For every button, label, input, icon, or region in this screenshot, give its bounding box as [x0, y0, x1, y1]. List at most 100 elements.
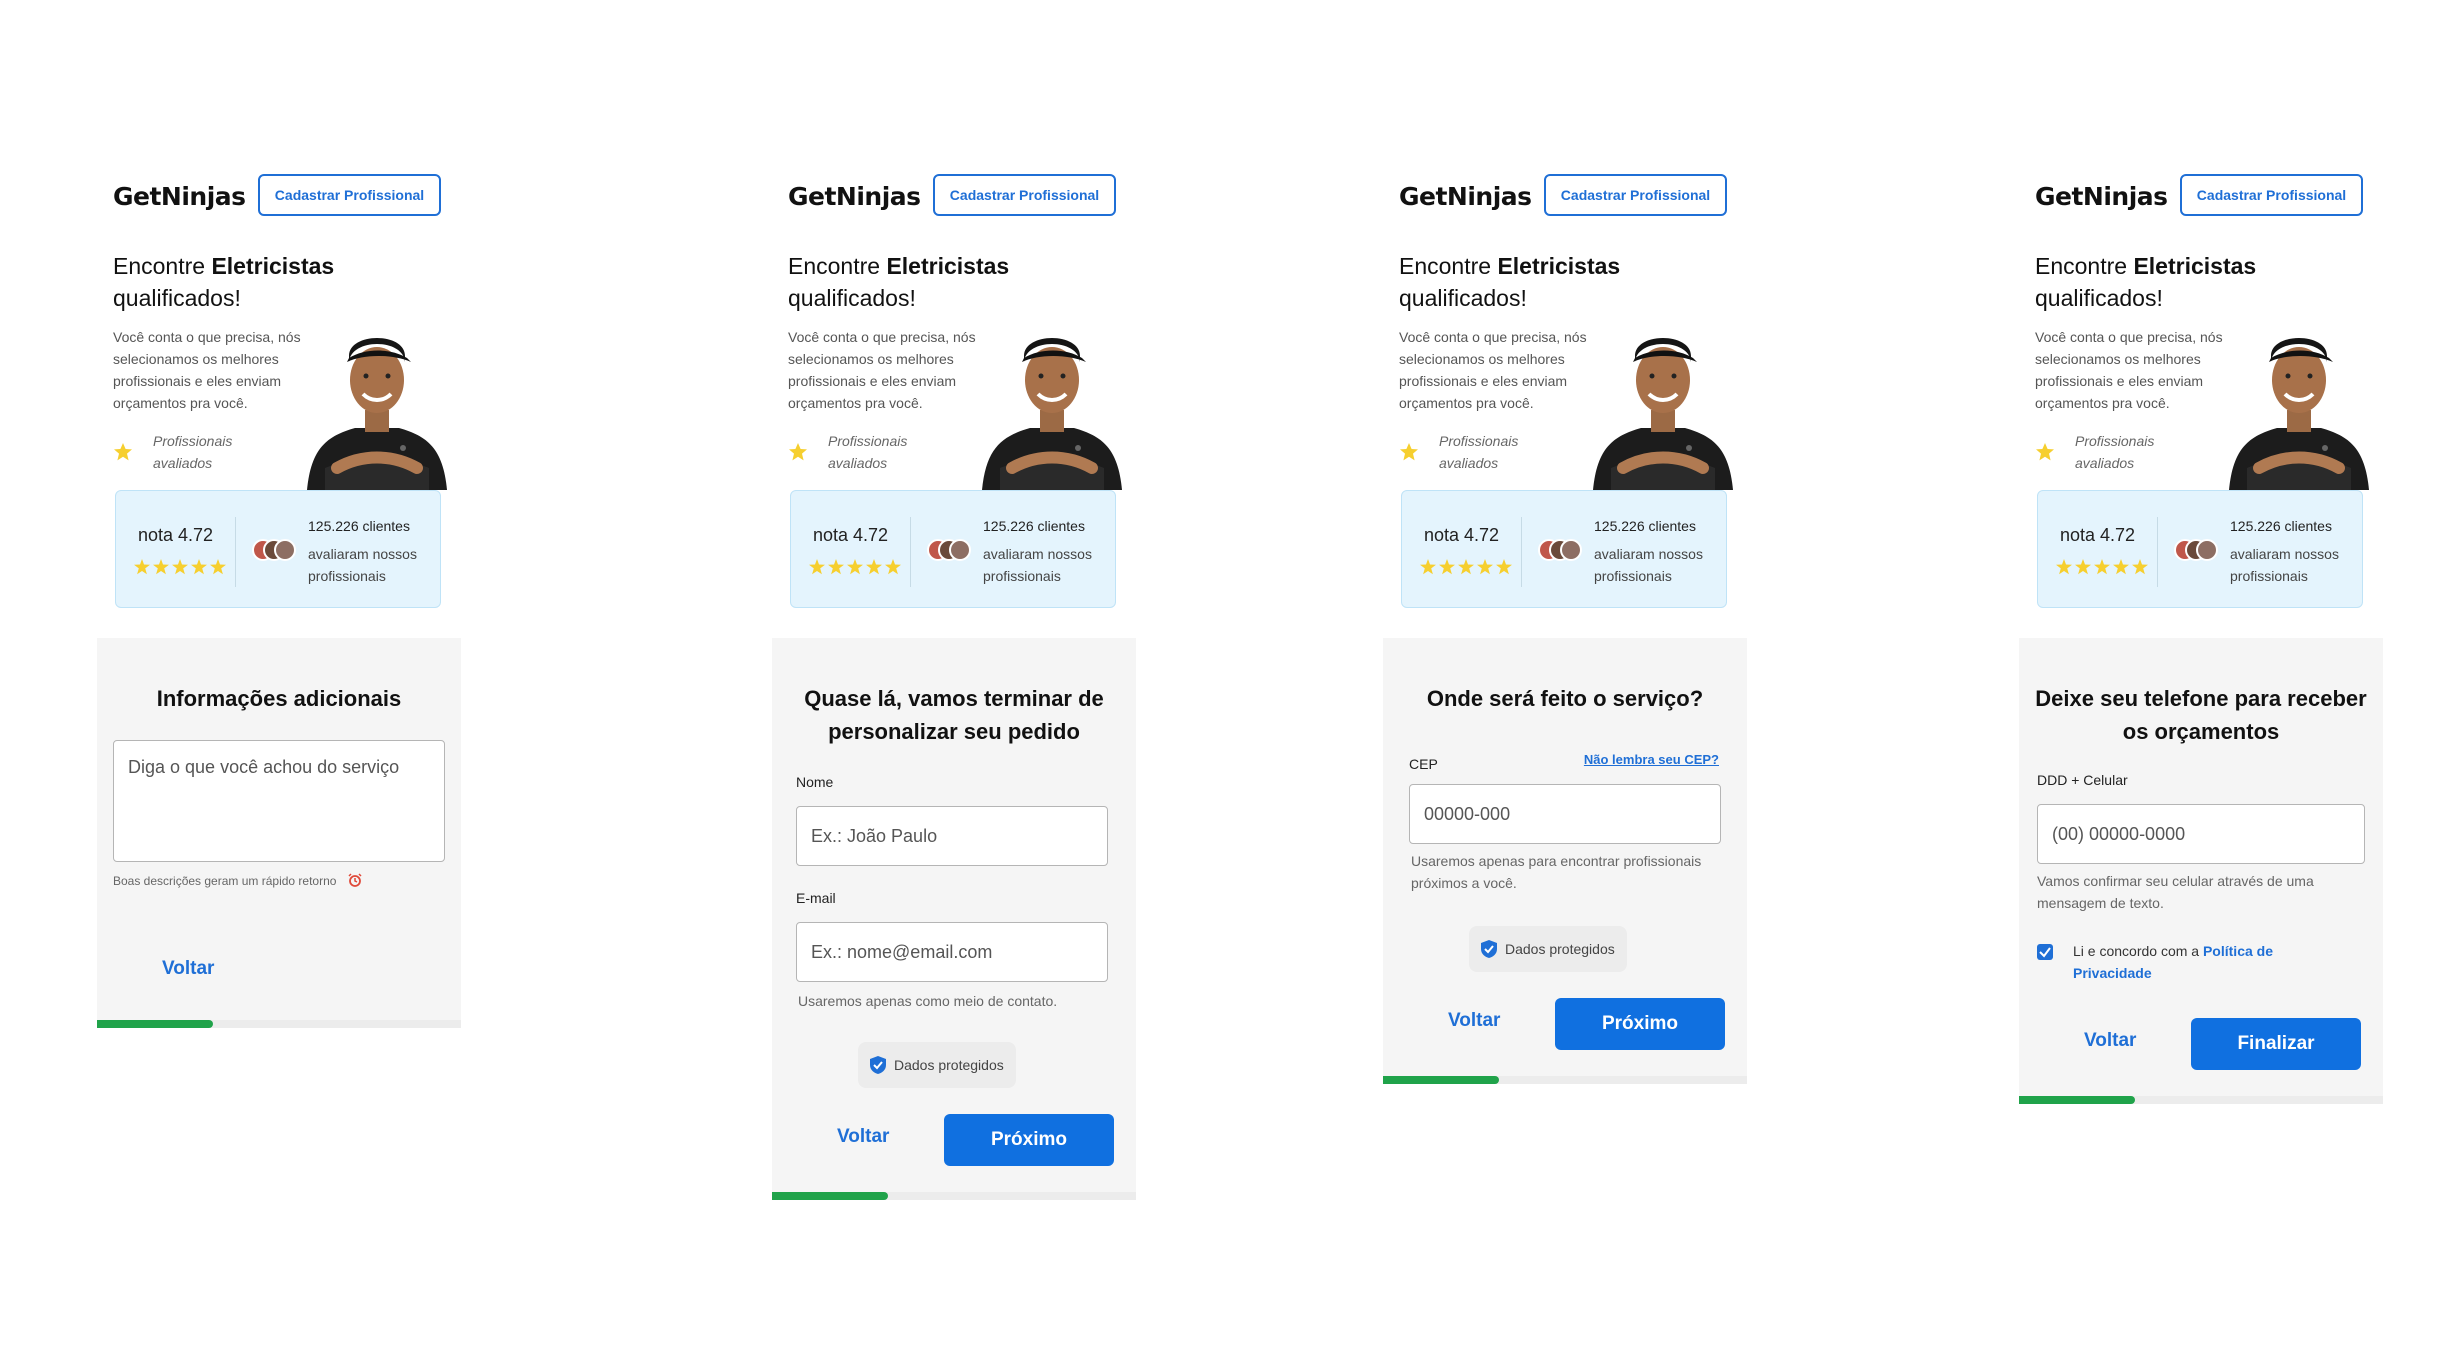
alarm-clock-icon [348, 873, 362, 887]
electrician-photo [982, 338, 1122, 490]
email-placeholder: Ex.: nome@email.com [811, 941, 993, 962]
cadastrar-profissional-button[interactable]: Cadastrar Profissional [258, 174, 441, 216]
hero-title: Encontre Eletricistas qualificados! [1399, 253, 1621, 311]
star-icon [2036, 443, 2054, 461]
form-card: Onde será feito o serviço? CEP Não lembr… [1383, 638, 1747, 1084]
getninjas-logo[interactable]: GetNinjas [788, 182, 921, 211]
electrician-photo [1593, 338, 1733, 490]
rating-score: nota 4.72 [1424, 525, 1500, 545]
getninjas-logo[interactable]: GetNinjas [2035, 182, 2168, 211]
profissionais-avaliados-label: Profissionais avaliados [1439, 433, 1519, 471]
cep-input[interactable]: 00000-000 [1409, 784, 1721, 844]
hint-text: Boas descrições geram um rápido retorno [113, 870, 362, 892]
email-input[interactable]: Ex.: nome@email.com [796, 922, 1108, 982]
form-card: Informações adicionais Diga o que você a… [97, 638, 461, 1028]
getninjas-logo[interactable]: GetNinjas [113, 182, 246, 211]
header: GetNinjas Cadastrar Profissional [1383, 172, 1747, 220]
progress-bar [2019, 1096, 2383, 1104]
client-avatars-icon [927, 539, 971, 561]
dados-protegidos-badge: Dados protegidos [1469, 926, 1627, 972]
form-title: Informações adicionais [156, 686, 402, 711]
five-stars-icon [809, 559, 901, 575]
form-title: Deixe seu telefone para receber os orçam… [2035, 686, 2367, 744]
description-textarea[interactable]: Diga o que você achou do serviço [113, 740, 445, 862]
form-card: Deixe seu telefone para receber os orçam… [2019, 638, 2383, 1104]
hero-description: Você conta o que precisa, nós selecionam… [113, 329, 301, 411]
star-icon [114, 443, 132, 461]
star-icon [789, 443, 807, 461]
divider [910, 517, 911, 587]
dados-protegidos-label: Dados protegidos [894, 1057, 1004, 1073]
client-avatars-icon [2174, 539, 2218, 561]
rating-score: nota 4.72 [2060, 525, 2136, 545]
progress-fill [772, 1192, 889, 1200]
privacy-checkbox[interactable] [2037, 944, 2053, 960]
profissionais-avaliados-label: Profissionais avaliados [153, 433, 233, 471]
clients-info: 125.226 clientes avaliaram nossos profis… [308, 518, 417, 584]
cep-placeholder: 00000-000 [1424, 803, 1511, 824]
five-stars-icon [2056, 559, 2148, 575]
proximo-button[interactable]: Próximo [944, 1114, 1114, 1166]
divider [235, 517, 236, 587]
form-card: Quase lá, vamos terminar de personalizar… [772, 638, 1136, 1200]
profissionais-avaliados-label: Profissionais avaliados [2075, 433, 2155, 471]
electrician-photo [2229, 338, 2369, 490]
rating-card: nota 4.72 125.226 clientes avaliaram nos… [115, 490, 441, 608]
textarea-placeholder: Diga o que você achou do serviço [128, 757, 400, 777]
rating-card: nota 4.72 125.226 clientes avaliaram nos… [2037, 490, 2363, 608]
progress-bar [97, 1020, 461, 1028]
five-stars-icon [1420, 559, 1512, 575]
check-icon [2039, 947, 2051, 958]
hero-title: Encontre Eletricistas qualificados! [788, 253, 1010, 311]
cep-help-text: Usaremos apenas para encontrar profissio… [1411, 853, 1702, 891]
progress-fill [97, 1020, 214, 1028]
voltar-button[interactable]: Voltar [837, 1126, 889, 1148]
divider [1521, 517, 1522, 587]
phone-input[interactable]: (00) 00000-0000 [2037, 804, 2365, 864]
shield-icon [1481, 940, 1497, 958]
progress-fill [2019, 1096, 2136, 1104]
clients-info: 125.226 clientes avaliaram nossos profis… [983, 518, 1092, 584]
getninjas-logo[interactable]: GetNinjas [1399, 182, 1532, 211]
proximo-button[interactable]: Próximo [1555, 998, 1725, 1050]
client-avatars-icon [252, 539, 296, 561]
header: GetNinjas Cadastrar Profissional [772, 172, 1136, 220]
hero-title: Encontre Eletricistas qualificados! [113, 253, 335, 311]
hero-title: Encontre Eletricistas qualificados! [2035, 253, 2257, 311]
cadastrar-profissional-button[interactable]: Cadastrar Profissional [933, 174, 1116, 216]
finalizar-button[interactable]: Finalizar [2191, 1018, 2361, 1070]
voltar-button[interactable]: Voltar [1448, 1010, 1500, 1032]
dados-protegidos-badge: Dados protegidos [858, 1042, 1016, 1088]
rating-card: nota 4.72 125.226 clientes avaliaram nos… [1401, 490, 1727, 608]
profissionais-avaliados-label: Profissionais avaliados [828, 433, 908, 471]
name-input[interactable]: Ex.: João Paulo [796, 806, 1108, 866]
star-icon [1400, 443, 1418, 461]
voltar-button[interactable]: Voltar [162, 958, 214, 980]
header: GetNinjas Cadastrar Profissional [2019, 172, 2383, 220]
hero-description: Você conta o que precisa, nós selecionam… [2035, 329, 2223, 411]
cep-label: CEP [1409, 756, 1438, 772]
phone-label: DDD + Celular [2037, 772, 2128, 788]
rating-score: nota 4.72 [813, 525, 889, 545]
shield-icon [870, 1056, 886, 1074]
privacy-terms: Li e concordo com a Política de Privacid… [2073, 943, 2273, 981]
form-title: Onde será feito o serviço? [1426, 686, 1704, 711]
nao-lembra-cep-link[interactable]: Não lembra seu CEP? [1584, 752, 1719, 767]
progress-bar [1383, 1076, 1747, 1084]
cadastrar-profissional-button[interactable]: Cadastrar Profissional [2180, 174, 2363, 216]
header: GetNinjas Cadastrar Profissional [97, 172, 461, 220]
hero-description: Você conta o que precisa, nós selecionam… [1399, 329, 1587, 411]
name-label: Nome [796, 774, 834, 790]
phone-placeholder: (00) 00000-0000 [2052, 823, 2186, 844]
voltar-button[interactable]: Voltar [2084, 1030, 2136, 1052]
clients-info: 125.226 clientes avaliaram nossos profis… [2230, 518, 2339, 584]
email-label: E-mail [796, 890, 836, 906]
rating-card: nota 4.72 125.226 clientes avaliaram nos… [790, 490, 1116, 608]
divider [2157, 517, 2158, 587]
form-title: Quase lá, vamos terminar de personalizar… [804, 686, 1104, 744]
cadastrar-profissional-button[interactable]: Cadastrar Profissional [1544, 174, 1727, 216]
electrician-photo [307, 338, 447, 490]
five-stars-icon [134, 559, 226, 575]
clients-info: 125.226 clientes avaliaram nossos profis… [1594, 518, 1703, 584]
phone-help-text: Vamos confirmar seu celular através de u… [2037, 873, 2314, 911]
